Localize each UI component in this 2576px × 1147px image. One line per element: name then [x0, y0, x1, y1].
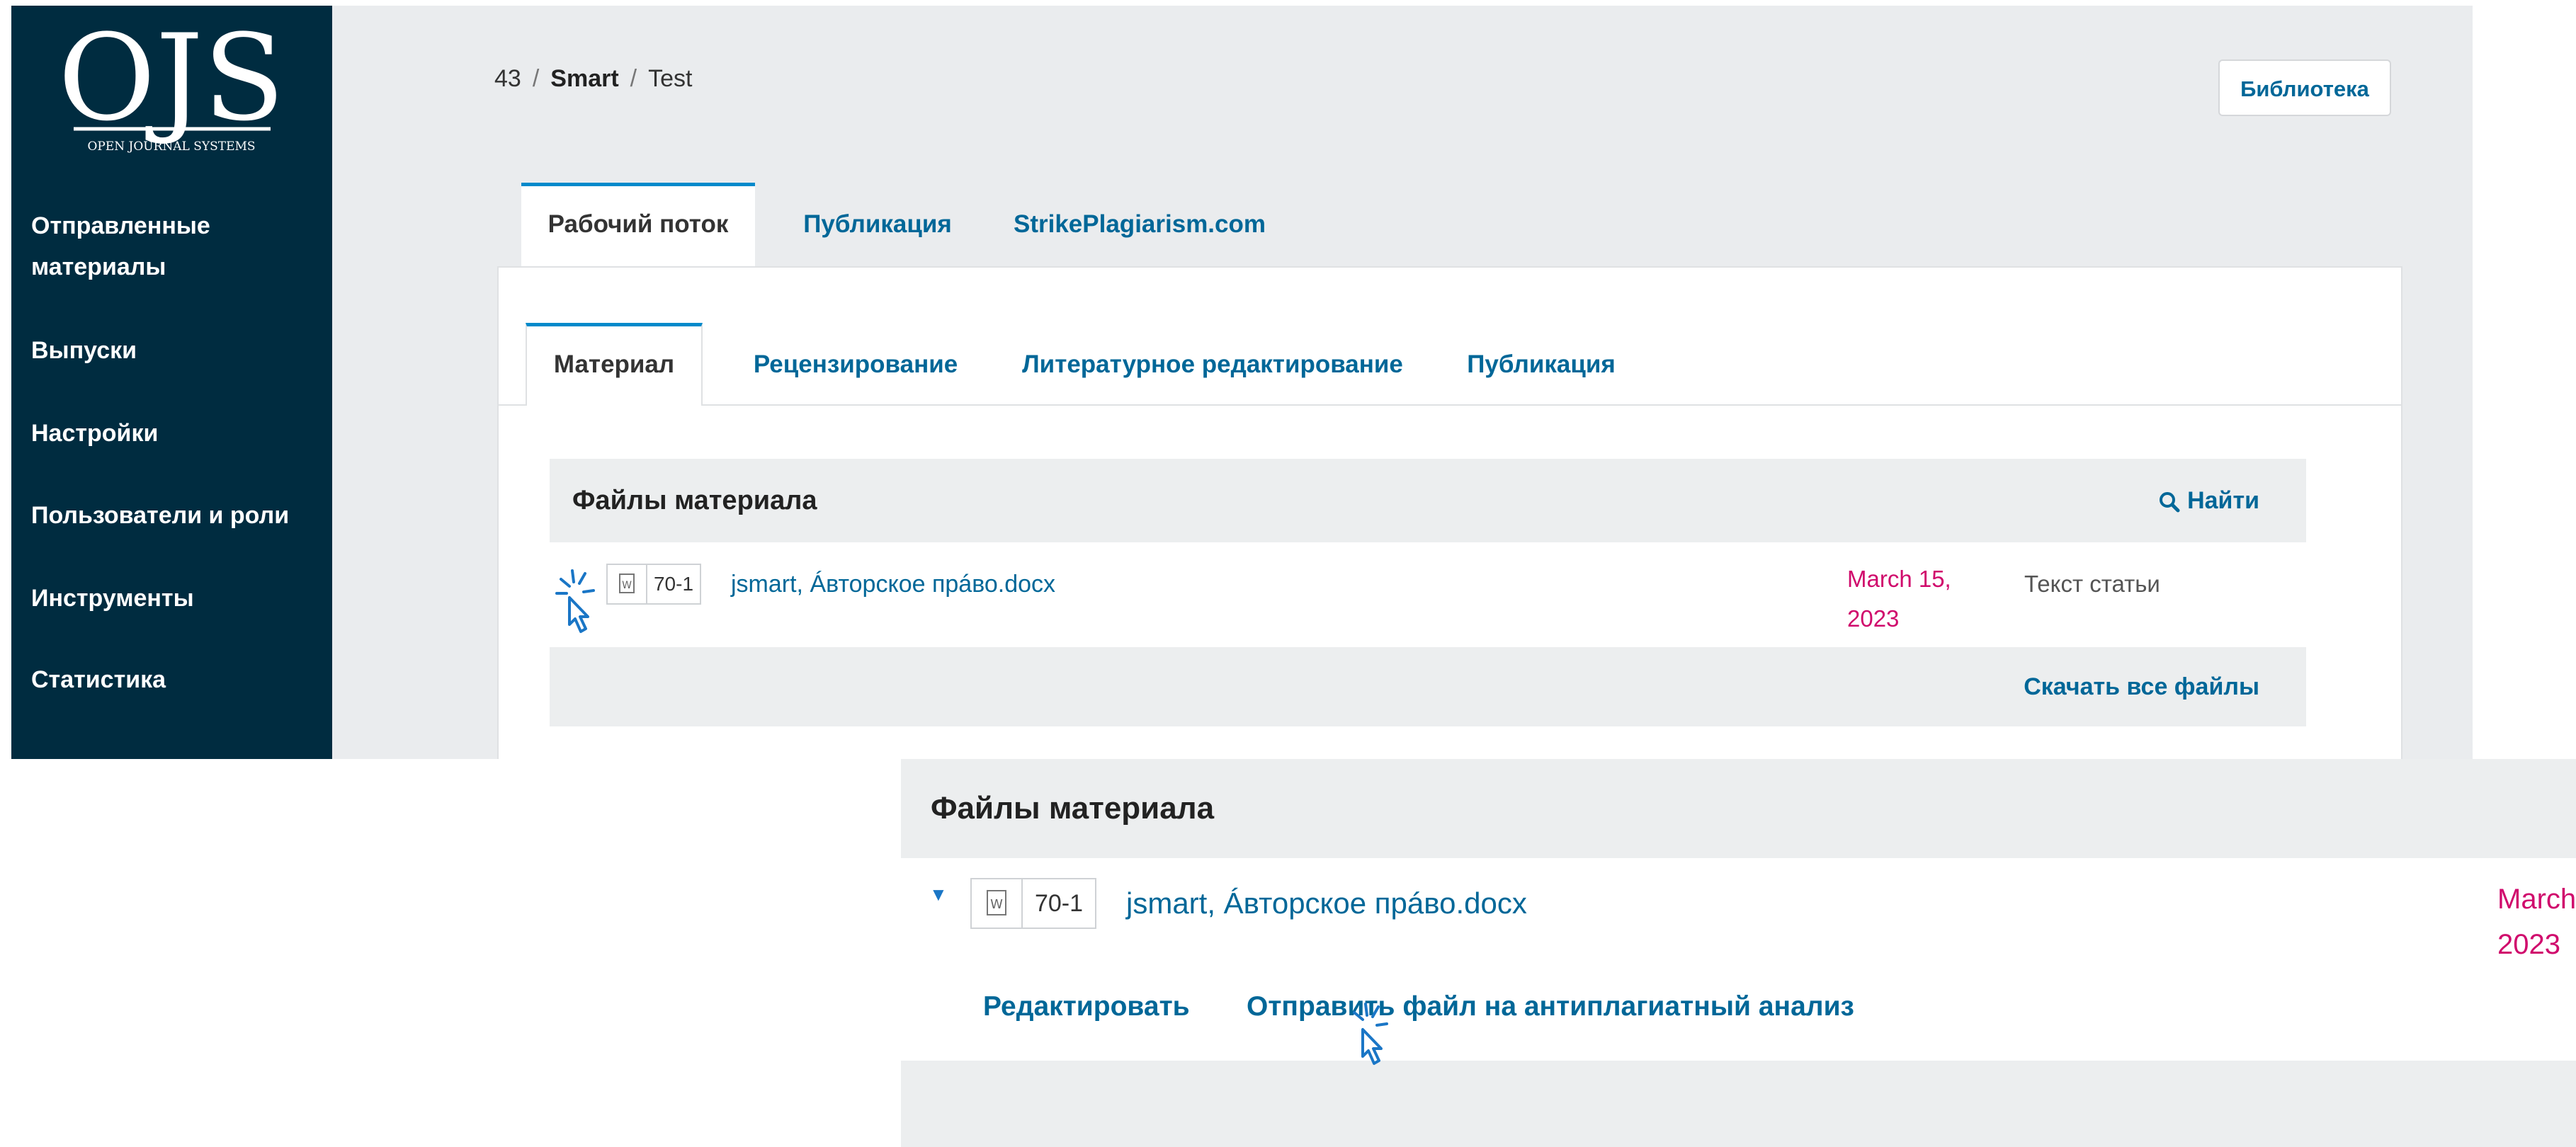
files-panel-footer: Скачать все файлы [550, 647, 2306, 726]
breadcrumb-journal: Smart [550, 65, 619, 92]
file-id: 70-1 [646, 564, 701, 605]
file-type: Текст статьи [2024, 571, 2160, 597]
zoomed-files-title: Файлы материала [931, 791, 1215, 826]
tab-strikeplagiarism[interactable]: StrikePlagiarism.com [1002, 183, 1278, 266]
sidebar-item-tools[interactable]: Инструменты [31, 578, 322, 619]
sidebar-item-issues[interactable]: Выпуски [31, 330, 322, 371]
edit-file-button[interactable]: Редактировать [983, 971, 1190, 1042]
search-button[interactable]: Найти [2159, 459, 2259, 542]
file-date-line1: March 15, [1847, 566, 1951, 592]
sidebar: OJS OPEN JOURNAL SYSTEMS Отправленные ма… [11, 6, 332, 759]
caret-down-icon[interactable]: ▼ [929, 884, 948, 906]
library-button[interactable]: Библиотека [2218, 59, 2391, 116]
zoomed-file-date: March 2023 [2497, 877, 2576, 967]
word-file-icon: W [970, 878, 1023, 929]
word-file-icon: W [606, 564, 647, 605]
table-row: W 70-1 jsmart, Áвторское прáво.docx Marc… [550, 542, 2306, 647]
zoomed-files-panel: Файлы материала ▼ W 70-1 jsmart, Áвторск… [901, 759, 2576, 1147]
tab-review[interactable]: Рецензирование [735, 323, 976, 406]
sidebar-item-settings[interactable]: Настройки [31, 413, 322, 454]
zoomed-file-date-line2: 2023 [2497, 929, 2560, 960]
files-panel-header: Файлы материала Найти [550, 459, 2306, 542]
sidebar-item-statistics[interactable]: Статистика [31, 659, 322, 700]
download-all-files-button[interactable]: Скачать все файлы [2024, 647, 2259, 726]
send-to-antiplagiarism-button[interactable]: Отправить файл на антиплагиатный анализ [1247, 971, 1854, 1042]
click-cursor-icon [1353, 1003, 1388, 1065]
logo-letters: OJS [58, 8, 285, 147]
zoomed-files-header: Файлы материала [901, 759, 2576, 858]
file-date: March 15, 2023 [1847, 559, 1968, 639]
tab-publication[interactable]: Публикация [789, 183, 966, 266]
file-date-line2: 2023 [1847, 605, 1900, 632]
zoomed-file-date-line1: March [2497, 884, 2576, 915]
breadcrumb-title: Test [648, 65, 693, 92]
zoomed-file-id: 70-1 [1021, 878, 1096, 929]
search-icon [2160, 492, 2180, 513]
search-label: Найти [2187, 487, 2259, 514]
breadcrumb: 43/Smart / Test [494, 65, 693, 92]
files-panel-title: Файлы материала [572, 486, 817, 515]
sidebar-item-users-roles[interactable]: Пользователи и роли [31, 495, 322, 536]
breadcrumb-id: 43 [494, 65, 521, 92]
svg-text:W: W [990, 897, 1003, 912]
sidebar-item-submissions[interactable]: Отправленные материалы [31, 205, 322, 287]
svg-text:W: W [622, 580, 632, 591]
ojs-workflow-screenshot: OJS OPEN JOURNAL SYSTEMS Отправленные ма… [11, 6, 2473, 759]
file-name-link[interactable]: jsmart, Áвторское прáво.docx [731, 564, 1055, 605]
zoomed-files-footer [901, 1061, 2576, 1147]
click-cursor-icon [555, 569, 595, 633]
logo-caption: OPEN JOURNAL SYSTEMS [87, 139, 255, 154]
tab-workflow[interactable]: Рабочий поток [521, 183, 755, 266]
ojs-logo[interactable]: OJS OPEN JOURNAL SYSTEMS [11, 6, 332, 169]
tab-copyediting[interactable]: Литературное редактирование [1007, 323, 1418, 406]
file-actions-row: Редактировать Отправить файл на антиплаг… [901, 971, 2576, 1042]
tab-production[interactable]: Публикация [1456, 323, 1626, 406]
zoomed-file-name-link[interactable]: jsmart, Áвторское прáво.docx [1126, 878, 1527, 929]
tab-submission[interactable]: Материал [526, 323, 703, 406]
